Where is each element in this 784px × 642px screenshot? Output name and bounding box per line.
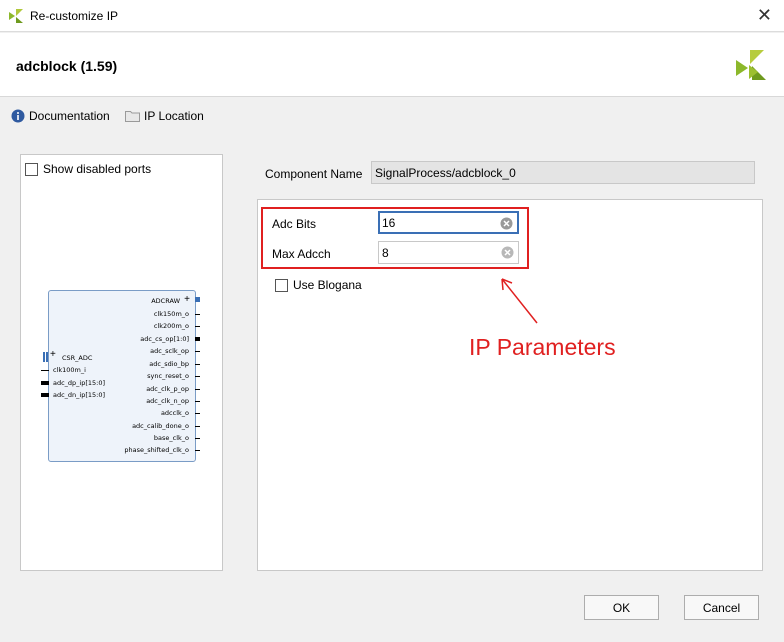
port-right: clk150m_o <box>153 310 189 318</box>
bus-plus-icon[interactable]: + <box>50 350 56 360</box>
pin <box>195 351 200 352</box>
cancel-button[interactable]: Cancel <box>684 595 759 620</box>
bus-pin <box>41 393 49 397</box>
pin <box>41 370 49 371</box>
port-right: adc_cs_op[1:0] <box>140 335 189 343</box>
use-blogana-label: Use Blogana <box>293 278 362 292</box>
pin <box>195 314 200 315</box>
port-right: adc_sdio_bp <box>149 360 189 368</box>
component-name-field[interactable]: SignalProcess/adcblock_0 <box>371 161 755 184</box>
pin <box>195 389 200 390</box>
pin <box>195 376 200 377</box>
pin <box>195 450 200 451</box>
ip-parameters-annotation: IP Parameters <box>469 334 616 360</box>
ip-location-link[interactable]: IP Location <box>125 109 204 123</box>
port-right: ADCRAW <box>151 297 180 305</box>
ip-block-symbol: ADCRAW + clk150m_o clk200m_o adc_cs_op[1… <box>41 290 200 462</box>
xilinx-logo-icon <box>734 48 768 85</box>
port-left: adc_dp_ip[15:0] <box>53 379 106 387</box>
port-right: phase_shifted_clk_o <box>124 446 189 454</box>
port-right: adc_clk_p_op <box>146 385 189 393</box>
documentation-link[interactable]: Documentation <box>11 109 110 123</box>
use-blogana-checkbox[interactable]: Use Blogana <box>275 278 362 292</box>
parameters-highlight-box <box>261 207 529 269</box>
port-left: clk100m_i <box>53 366 86 374</box>
annotation-arrow-icon <box>501 278 538 324</box>
port-right: clk200m_o <box>153 322 189 330</box>
port-right: adc_sclk_op <box>150 347 189 355</box>
checkbox-box[interactable] <box>275 278 288 292</box>
bus-pin <box>41 381 49 385</box>
documentation-label: Documentation <box>29 109 110 123</box>
pin <box>195 401 200 402</box>
port-right: base_clk_o <box>153 434 189 442</box>
show-disabled-ports-checkbox[interactable]: Show disabled ports <box>25 162 151 176</box>
close-icon[interactable]: ✕ <box>757 5 772 25</box>
parameters-panel: Adc Bits 16 Max Adcch 8 Use Blogana <box>257 199 763 571</box>
port-right: adc_clk_n_op <box>146 397 189 405</box>
pin <box>195 413 200 414</box>
pin <box>195 426 200 427</box>
title-bar: Re-customize IP ✕ <box>0 0 784 32</box>
bus-pin-icon <box>195 297 200 302</box>
ip-location-label: IP Location <box>144 109 204 123</box>
ok-button[interactable]: OK <box>584 595 659 620</box>
bus-pin-icon <box>43 352 48 362</box>
folder-icon <box>125 110 140 122</box>
component-name-label: Component Name <box>265 167 363 181</box>
port-right: adcclk_o <box>160 409 189 417</box>
xilinx-logo-icon <box>8 8 24 27</box>
port-left: CSR_ADC <box>62 354 93 362</box>
bus-plus-icon[interactable]: + <box>184 295 190 305</box>
ip-title: adcblock (1.59) <box>16 58 118 74</box>
port-right: sync_reset_o <box>147 372 189 380</box>
symbol-panel: Show disabled ports ADCRAW + clk150m_o c… <box>20 154 223 571</box>
pin <box>195 326 200 327</box>
port-left: adc_dn_ip[15:0] <box>53 391 106 399</box>
ip-header: adcblock (1.59) <box>0 33 784 97</box>
pin <box>195 438 200 439</box>
bus-pin <box>195 337 200 341</box>
checkbox-box[interactable] <box>25 162 38 176</box>
pin <box>195 364 200 365</box>
port-right: adc_calib_done_o <box>132 422 189 430</box>
link-bar: Documentation IP Location <box>0 98 784 134</box>
show-disabled-ports-label: Show disabled ports <box>43 162 152 176</box>
info-icon <box>11 109 25 123</box>
window-title: Re-customize IP <box>30 9 119 23</box>
